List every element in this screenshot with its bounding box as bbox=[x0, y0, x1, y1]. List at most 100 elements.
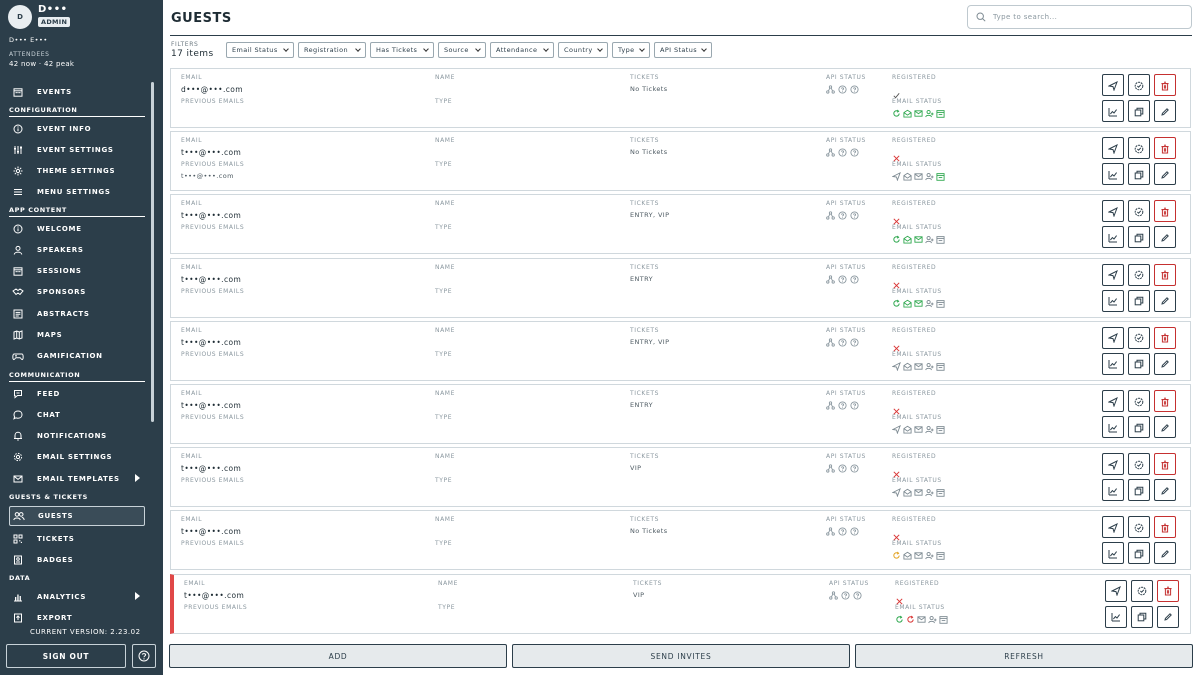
sidebar-item-email-templates[interactable]: EMAIL TEMPLATES bbox=[9, 470, 145, 487]
sidebar-item-tickets[interactable]: TICKETS bbox=[9, 530, 145, 547]
edit-button[interactable] bbox=[1157, 605, 1179, 628]
sidebar-item-abstracts[interactable]: ABSTRACTS bbox=[9, 305, 145, 322]
expand-arrow-icon[interactable] bbox=[135, 592, 140, 600]
analytics-button[interactable] bbox=[1102, 352, 1124, 375]
check-in-button[interactable] bbox=[1128, 453, 1150, 476]
sidebar-item-speakers[interactable]: SPEAKERS bbox=[9, 241, 145, 258]
filter-email-status[interactable]: Email Status bbox=[226, 42, 294, 58]
duplicate-button[interactable] bbox=[1128, 416, 1150, 438]
guest-row[interactable]: EMAIL t•••@•••.com PREVIOUS EMAILS NAME … bbox=[170, 384, 1191, 444]
duplicate-button[interactable] bbox=[1128, 289, 1150, 312]
sidebar-item-email-settings[interactable]: EMAIL SETTINGS bbox=[9, 449, 145, 466]
duplicate-button[interactable] bbox=[1128, 100, 1150, 122]
filter-attendance[interactable]: Attendance bbox=[490, 42, 554, 58]
send-invite-button[interactable] bbox=[1102, 74, 1124, 96]
sidebar-item-events[interactable]: EVENTS bbox=[9, 83, 145, 100]
help-button[interactable] bbox=[132, 644, 156, 668]
avatar[interactable]: D bbox=[8, 5, 32, 29]
delete-button[interactable] bbox=[1154, 453, 1176, 476]
delete-button[interactable] bbox=[1154, 390, 1176, 412]
check-in-button[interactable] bbox=[1128, 200, 1150, 223]
guest-row[interactable]: EMAIL t•••@•••.com PREVIOUS EMAILS NAME … bbox=[170, 447, 1191, 508]
duplicate-button[interactable] bbox=[1128, 226, 1150, 249]
filter-registration[interactable]: Registration bbox=[298, 42, 366, 58]
edit-button[interactable] bbox=[1154, 479, 1176, 502]
search-input[interactable]: Type to search... bbox=[967, 5, 1192, 29]
sidebar-item-guests[interactable]: GUESTS bbox=[9, 506, 145, 526]
send-invite-button[interactable] bbox=[1102, 263, 1124, 286]
sidebar-item-theme-settings[interactable]: THEME SETTINGS bbox=[9, 163, 145, 180]
send-invite-button[interactable] bbox=[1102, 516, 1124, 539]
check-in-button[interactable] bbox=[1128, 74, 1150, 96]
guest-row[interactable]: EMAIL t•••@•••.com PREVIOUS EMAILS t•••@… bbox=[170, 131, 1191, 192]
sidebar-item-analytics[interactable]: ANALYTICS bbox=[9, 588, 145, 605]
sidebar-item-chat[interactable]: CHAT bbox=[9, 406, 145, 423]
duplicate-button[interactable] bbox=[1128, 479, 1150, 502]
sidebar-item-welcome[interactable]: WELCOME bbox=[9, 220, 145, 237]
filter-type[interactable]: Type bbox=[612, 42, 650, 58]
sidebar-item-sponsors[interactable]: SPONSORS bbox=[9, 284, 145, 301]
sidebar-item-sessions[interactable]: SESSIONS bbox=[9, 263, 145, 280]
delete-button[interactable] bbox=[1154, 137, 1176, 160]
duplicate-button[interactable] bbox=[1128, 352, 1150, 375]
sidebar-item-notifications[interactable]: NOTIFICATIONS bbox=[9, 428, 145, 445]
guest-row[interactable]: EMAIL t•••@•••.com PREVIOUS EMAILS NAME … bbox=[170, 510, 1191, 571]
edit-button[interactable] bbox=[1154, 289, 1176, 312]
edit-button[interactable] bbox=[1154, 100, 1176, 122]
expand-arrow-icon[interactable] bbox=[135, 474, 140, 483]
delete-button[interactable] bbox=[1154, 326, 1176, 349]
analytics-button[interactable] bbox=[1102, 226, 1124, 249]
guest-row[interactable]: EMAIL t•••@•••.com PREVIOUS EMAILS NAME … bbox=[170, 194, 1191, 255]
analytics-button[interactable] bbox=[1105, 605, 1127, 628]
send-invite-button[interactable] bbox=[1105, 579, 1127, 602]
check-in-button[interactable] bbox=[1131, 579, 1153, 602]
sidebar-item-gamification[interactable]: GAMIFICATION bbox=[9, 348, 145, 365]
guest-row[interactable]: EMAIL t•••@•••.com PREVIOUS EMAILS NAME … bbox=[170, 257, 1191, 318]
add-button[interactable]: ADD bbox=[169, 644, 507, 668]
edit-button[interactable] bbox=[1154, 542, 1176, 565]
check-in-button[interactable] bbox=[1128, 390, 1150, 412]
analytics-button[interactable] bbox=[1102, 100, 1124, 122]
send-invite-button[interactable] bbox=[1102, 200, 1124, 223]
analytics-button[interactable] bbox=[1102, 542, 1124, 565]
analytics-button[interactable] bbox=[1102, 289, 1124, 312]
analytics-button[interactable] bbox=[1102, 416, 1124, 438]
sidebar-item-event-info[interactable]: EVENT INFO bbox=[9, 120, 145, 137]
check-in-button[interactable] bbox=[1128, 326, 1150, 349]
send-invite-button[interactable] bbox=[1102, 453, 1124, 476]
edit-button[interactable] bbox=[1154, 163, 1176, 186]
refresh-button[interactable]: REFRESH bbox=[855, 644, 1193, 668]
edit-button[interactable] bbox=[1154, 226, 1176, 249]
send-invite-button[interactable] bbox=[1102, 326, 1124, 349]
filter-source[interactable]: Source bbox=[438, 42, 486, 58]
edit-button[interactable] bbox=[1154, 352, 1176, 375]
send-invite-button[interactable] bbox=[1102, 390, 1124, 412]
delete-button[interactable] bbox=[1154, 74, 1176, 96]
guest-row[interactable]: EMAIL t•••@•••.com PREVIOUS EMAILS NAME … bbox=[170, 573, 1191, 634]
sidebar-scrollbar[interactable] bbox=[151, 82, 154, 422]
filter-api-status[interactable]: API Status bbox=[654, 42, 712, 58]
sidebar-item-badges[interactable]: BADGES bbox=[9, 551, 145, 568]
duplicate-button[interactable] bbox=[1131, 605, 1153, 628]
send-invites-button[interactable]: SEND INVITES bbox=[512, 644, 850, 668]
duplicate-button[interactable] bbox=[1128, 163, 1150, 186]
analytics-button[interactable] bbox=[1102, 479, 1124, 502]
edit-button[interactable] bbox=[1154, 416, 1176, 438]
duplicate-button[interactable] bbox=[1128, 542, 1150, 565]
filter-has-tickets[interactable]: Has Tickets bbox=[370, 42, 434, 58]
guest-row[interactable]: EMAIL t•••@•••.com PREVIOUS EMAILS NAME … bbox=[170, 320, 1191, 381]
check-in-button[interactable] bbox=[1128, 137, 1150, 160]
sidebar-item-menu-settings[interactable]: MENU SETTINGS bbox=[9, 184, 145, 201]
sidebar-item-maps[interactable]: MAPS bbox=[9, 327, 145, 344]
guest-row[interactable]: EMAIL d•••@•••.com PREVIOUS EMAILS NAME … bbox=[170, 68, 1191, 128]
sidebar-item-feed[interactable]: FEED bbox=[9, 385, 145, 402]
check-in-button[interactable] bbox=[1128, 263, 1150, 286]
delete-button[interactable] bbox=[1157, 579, 1179, 602]
sidebar-item-export[interactable]: EXPORT bbox=[9, 609, 145, 626]
delete-button[interactable] bbox=[1154, 516, 1176, 539]
send-invite-button[interactable] bbox=[1102, 137, 1124, 160]
filter-country[interactable]: Country bbox=[558, 42, 608, 58]
sidebar-item-event-settings[interactable]: EVENT SETTINGS bbox=[9, 141, 145, 158]
delete-button[interactable] bbox=[1154, 200, 1176, 223]
delete-button[interactable] bbox=[1154, 263, 1176, 286]
